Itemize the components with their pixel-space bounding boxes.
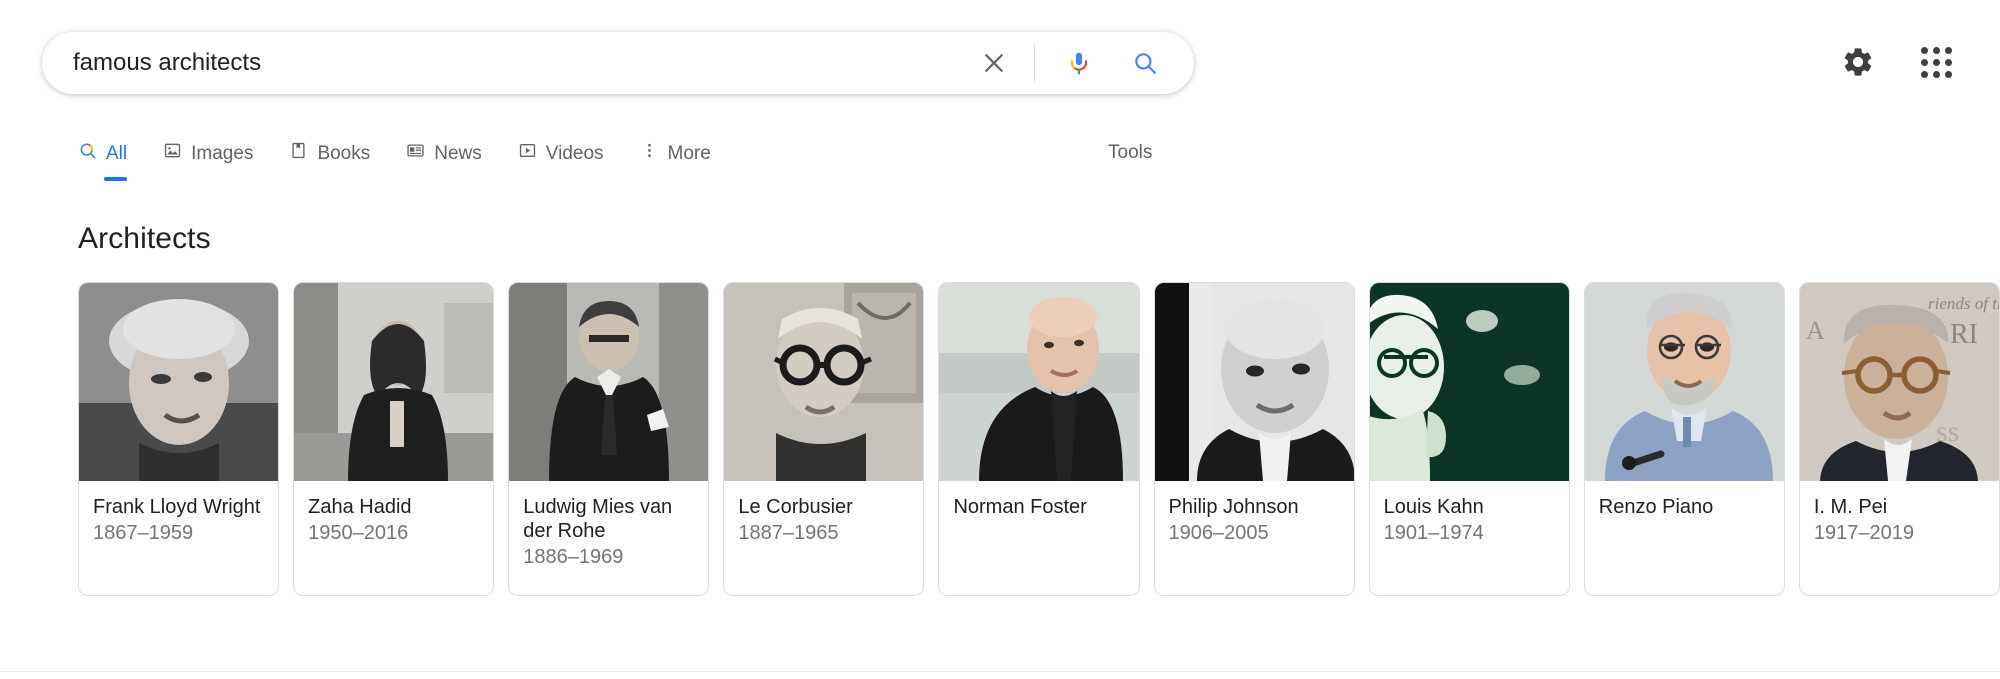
- architect-card[interactable]: Renzo Piano: [1583, 282, 1785, 596]
- architect-name: Norman Foster: [953, 496, 1087, 518]
- results-area: Architects Frank Lloyd Wright 1867–1959 …: [0, 222, 2000, 596]
- svg-text:riends of th: riends of th: [1928, 294, 2000, 313]
- architect-card-body: I. M. Pei 1917–2019: [1800, 481, 1999, 595]
- page-header: [0, 0, 2000, 130]
- svg-text:RI: RI: [1950, 319, 1978, 350]
- architect-name: Philip Johnson: [1168, 496, 1299, 518]
- architect-portrait: [724, 283, 924, 481]
- architect-card[interactable]: Ludwig Mies van der Rohe 1886–1969: [508, 282, 710, 596]
- search-input[interactable]: [43, 33, 972, 93]
- page-title: Architects: [78, 222, 211, 255]
- architect-name: Frank Lloyd Wright: [93, 496, 261, 518]
- architect-card[interactable]: Zaha Hadid 1950–2016: [293, 282, 495, 596]
- architect-card[interactable]: Louis Kahn 1901–1974: [1368, 282, 1570, 596]
- google-apps-grid-icon[interactable]: [1916, 42, 1956, 82]
- bottom-divider: [0, 671, 2000, 672]
- architect-years: 1887–1965: [738, 522, 839, 544]
- search-bar-actions: [972, 41, 1193, 85]
- architect-card-body: Renzo Piano: [1585, 481, 1784, 595]
- tab-videos[interactable]: Videos: [518, 130, 604, 176]
- tab-videos-label: Videos: [545, 142, 604, 164]
- architect-card-body: Louis Kahn 1901–1974: [1370, 481, 1569, 595]
- architect-portrait: [79, 283, 279, 481]
- architect-card[interactable]: riends of th RI A ss I. M. Pei 1917–2019: [1798, 282, 2000, 596]
- search-divider: [1034, 44, 1035, 82]
- search-nav: All Images Books News Videos More Tools: [0, 130, 2000, 181]
- tab-all[interactable]: All: [78, 130, 128, 181]
- architect-card[interactable]: Philip Johnson 1906–2005: [1153, 282, 1355, 596]
- newspaper-icon: [406, 141, 425, 166]
- tab-news[interactable]: News: [406, 130, 482, 176]
- architect-years: 1917–2019: [1813, 522, 1914, 544]
- architect-portrait: [509, 283, 709, 481]
- architect-portrait: [1154, 283, 1354, 481]
- search-bar[interactable]: [42, 32, 1194, 94]
- architect-years: 1886–1969: [523, 546, 624, 568]
- architect-portrait: [1369, 283, 1569, 481]
- nav-tabs: All Images Books News Videos More: [78, 130, 747, 181]
- architect-years: 1867–1959: [93, 522, 194, 544]
- architect-card-body: Frank Lloyd Wright 1867–1959: [79, 481, 278, 595]
- architect-name: Zaha Hadid: [308, 496, 412, 518]
- architect-years: 1901–1974: [1383, 522, 1484, 544]
- clear-search-icon[interactable]: [972, 41, 1016, 85]
- architect-card[interactable]: Frank Lloyd Wright 1867–1959: [78, 282, 280, 596]
- architect-card[interactable]: Norman Foster: [938, 282, 1140, 596]
- header-actions: [1838, 42, 1956, 82]
- architect-card-carousel: Frank Lloyd Wright 1867–1959 Zaha Hadid …: [78, 282, 2000, 596]
- tab-images-label: Images: [191, 142, 254, 164]
- architect-card-body: Ludwig Mies van der Rohe 1886–1969: [509, 481, 708, 595]
- more-vertical-icon: [640, 141, 659, 166]
- tab-news-label: News: [434, 142, 482, 164]
- architect-card-body: Philip Johnson 1906–2005: [1155, 481, 1354, 595]
- tab-more[interactable]: More: [640, 130, 711, 176]
- tab-more-label: More: [667, 142, 711, 164]
- architect-name: I. M. Pei: [1813, 496, 1888, 518]
- microphone-icon[interactable]: [1057, 41, 1101, 85]
- google-search-icon: [78, 141, 97, 166]
- architect-card-body: Norman Foster: [939, 481, 1138, 595]
- tab-books-label: Books: [317, 142, 371, 164]
- tab-books[interactable]: Books: [289, 130, 370, 176]
- architect-card-body: Le Corbusier 1887–1965: [724, 481, 923, 595]
- book-icon: [289, 141, 308, 166]
- tab-all-label: All: [106, 142, 128, 164]
- image-icon: [163, 141, 182, 166]
- settings-gear-icon[interactable]: [1838, 42, 1878, 82]
- architect-card-body: Zaha Hadid 1950–2016: [294, 481, 493, 595]
- architect-name: Renzo Piano: [1598, 496, 1714, 518]
- architect-card[interactable]: Le Corbusier 1887–1965: [723, 282, 925, 596]
- architect-years: 1906–2005: [1168, 522, 1269, 544]
- architect-name: Louis Kahn: [1383, 496, 1484, 518]
- tools-button[interactable]: Tools: [1108, 130, 1152, 176]
- architect-name: Le Corbusier: [738, 496, 853, 518]
- video-icon: [518, 141, 537, 166]
- svg-text:A: A: [1806, 316, 1825, 345]
- search-submit-icon[interactable]: [1123, 41, 1167, 85]
- architect-portrait: riends of th RI A ss: [1799, 283, 2000, 481]
- architect-years: 1950–2016: [308, 522, 409, 544]
- architect-portrait: [939, 283, 1139, 481]
- apps-grid-dots: [1920, 46, 1952, 78]
- tab-images[interactable]: Images: [163, 130, 253, 176]
- architect-portrait: [294, 283, 494, 481]
- architect-portrait: [1584, 283, 1784, 481]
- architect-name: Ludwig Mies van der Rohe: [523, 496, 673, 542]
